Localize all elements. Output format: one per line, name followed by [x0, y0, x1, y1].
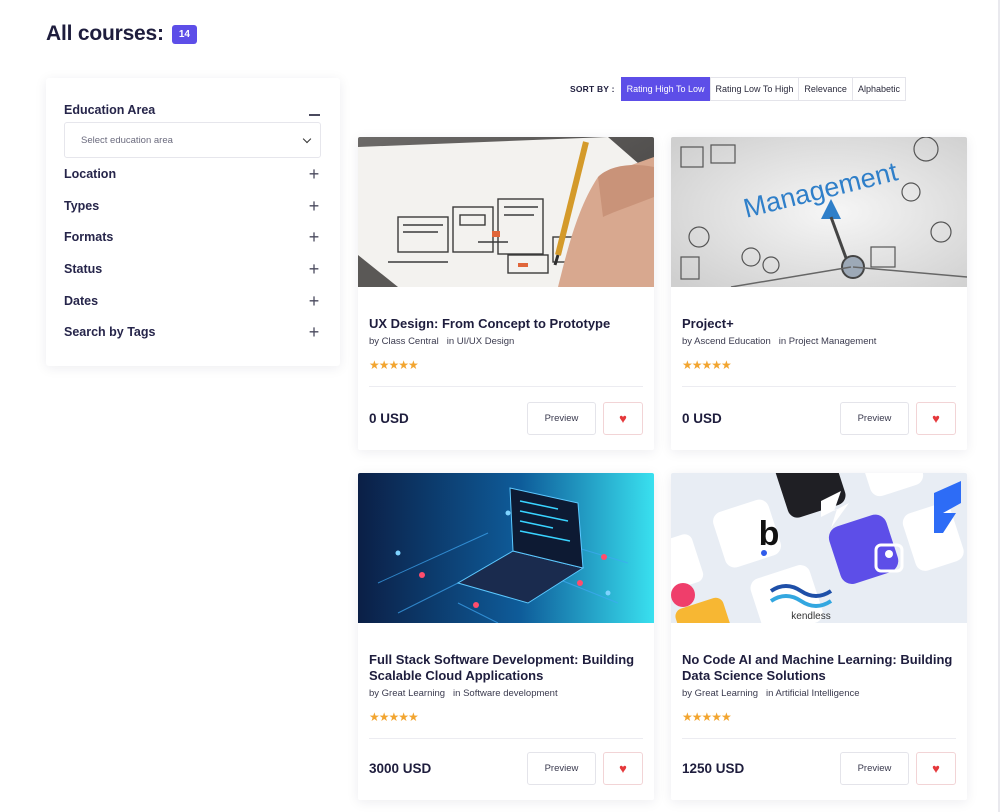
course-price: 0 USD [682, 411, 722, 426]
course-card[interactable]: b kendless No Code AI and Machine Learni… [671, 473, 967, 800]
plus-icon[interactable]: + [307, 197, 321, 215]
favorite-button[interactable]: ♥ [603, 752, 643, 785]
filter-label: Dates [64, 293, 99, 308]
filter-education-area[interactable]: Education Area [64, 100, 321, 120]
svg-text:b: b [759, 515, 780, 553]
star-rating-icon: ★★★★★ [369, 358, 419, 372]
preview-button[interactable]: Preview [527, 752, 596, 785]
filter-formats[interactable]: Formats + [64, 221, 321, 253]
divider [682, 386, 956, 387]
course-title[interactable]: No Code AI and Machine Learning: Buildin… [682, 652, 956, 684]
sort-label: SORT BY : [570, 84, 615, 94]
plus-icon[interactable]: + [307, 292, 321, 310]
heart-icon: ♥ [932, 761, 940, 776]
plus-icon[interactable]: + [307, 165, 321, 183]
star-rating-icon: ★★★★★ [682, 710, 732, 724]
preview-button[interactable]: Preview [527, 402, 596, 435]
plus-icon[interactable]: + [307, 260, 321, 278]
filter-label: Status [64, 261, 103, 276]
filter-label: Types [64, 198, 100, 213]
course-provider[interactable]: by Class Central [369, 336, 439, 347]
education-area-select[interactable]: Select education area [64, 122, 321, 158]
divider [369, 386, 643, 387]
course-provider[interactable]: by Ascend Education [682, 336, 771, 347]
heart-icon: ♥ [619, 411, 627, 426]
filter-types[interactable]: Types + [64, 190, 321, 222]
course-provider[interactable]: by Great Learning [369, 688, 445, 699]
course-title[interactable]: Full Stack Software Development: Buildin… [369, 652, 643, 684]
course-category[interactable]: in UI/UX Design [447, 336, 515, 347]
course-meta: by Class Central in UI/UX Design [369, 336, 643, 347]
star-rating-icon: ★★★★★ [369, 710, 419, 724]
heart-icon: ♥ [932, 411, 940, 426]
nocode-logos-image[interactable]: b kendless [671, 473, 967, 623]
course-category[interactable]: in Software development [453, 688, 558, 699]
page-title-text: All courses: [46, 22, 164, 45]
chevron-down-icon [302, 134, 312, 143]
sort-option-rating-high-to-low[interactable]: Rating High To Low [620, 77, 711, 101]
filter-label: Education Area [64, 103, 156, 117]
star-rating-icon: ★★★★★ [682, 358, 732, 372]
course-price: 0 USD [369, 411, 409, 426]
filter-search-by-tags[interactable]: Search by Tags + [64, 316, 321, 348]
course-meta: by Ascend Education in Project Management [682, 336, 956, 347]
filter-dates[interactable]: Dates + [64, 285, 321, 317]
filter-status[interactable]: Status + [64, 253, 321, 285]
sort-option-rating-low-to-high[interactable]: Rating Low To High [709, 77, 800, 101]
sort-bar: SORT BY : Rating High To Low Rating Low … [570, 77, 906, 101]
course-category[interactable]: in Project Management [779, 336, 877, 347]
preview-button[interactable]: Preview [840, 402, 909, 435]
favorite-button[interactable]: ♥ [603, 402, 643, 435]
card-footer: 0 USD Preview ♥ [682, 402, 956, 435]
course-title[interactable]: Project+ [682, 316, 956, 332]
card-footer: 1250 USD Preview ♥ [682, 752, 956, 785]
heart-icon: ♥ [619, 761, 627, 776]
minus-icon[interactable] [307, 101, 321, 119]
course-price: 3000 USD [369, 761, 432, 776]
course-meta: by Great Learning in Artificial Intellige… [682, 688, 956, 699]
filter-label: Formats [64, 230, 114, 245]
favorite-button[interactable]: ♥ [916, 752, 956, 785]
favorite-button[interactable]: ♥ [916, 402, 956, 435]
course-provider[interactable]: by Great Learning [682, 688, 758, 699]
divider [682, 738, 956, 739]
divider [369, 738, 643, 739]
course-meta: by Great Learning in Software development [369, 688, 643, 699]
plus-icon[interactable]: + [307, 228, 321, 246]
management-compass-image[interactable]: Management [671, 137, 967, 287]
laptop-network-image[interactable] [358, 473, 654, 623]
preview-button[interactable]: Preview [840, 752, 909, 785]
course-card[interactable]: Full Stack Software Development: Buildin… [358, 473, 654, 800]
course-count-badge: 14 [171, 24, 197, 44]
card-footer: 3000 USD Preview ♥ [369, 752, 643, 785]
ux-sketch-image[interactable] [358, 137, 654, 287]
filter-label: Location [64, 166, 117, 181]
course-category[interactable]: in Artificial Intelligence [766, 688, 859, 699]
filter-location[interactable]: Location + [64, 158, 321, 190]
filter-sidebar: Education Area Select education area Loc… [46, 78, 340, 366]
card-footer: 0 USD Preview ♥ [369, 402, 643, 435]
page-title: All courses: 14 [46, 22, 197, 46]
course-title[interactable]: UX Design: From Concept to Prototype [369, 316, 643, 332]
course-price: 1250 USD [682, 761, 745, 776]
filter-label: Search by Tags [64, 325, 156, 340]
plus-icon[interactable]: + [307, 323, 321, 341]
course-card[interactable]: UX Design: From Concept to Prototype by … [358, 137, 654, 450]
image-text: kendless [791, 611, 830, 622]
sort-option-relevance[interactable]: Relevance [798, 77, 853, 101]
sort-option-alphabetic[interactable]: Alphabetic [851, 77, 906, 101]
course-card[interactable]: Management Project+ by Ascend Education i… [671, 137, 967, 450]
select-placeholder: Select education area [81, 134, 173, 146]
